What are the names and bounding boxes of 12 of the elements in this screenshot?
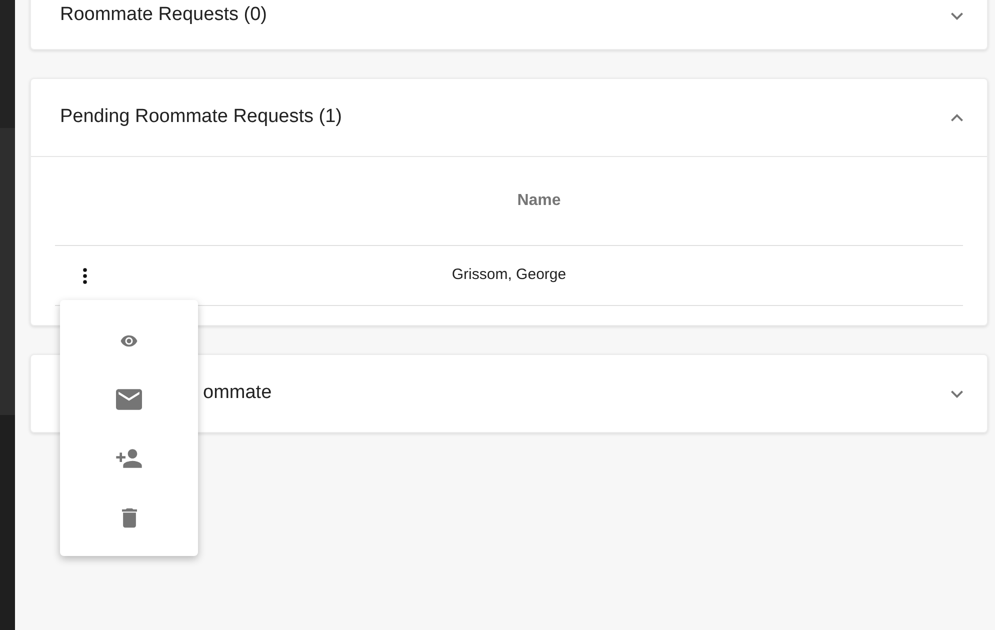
more-options-icon[interactable] — [83, 268, 87, 284]
section-title[interactable]: ommate — [203, 379, 272, 408]
chevron-down-icon[interactable] — [951, 390, 963, 398]
chevron-up-icon[interactable] — [951, 114, 963, 122]
section-title[interactable]: Pending Roommate Requests (1) — [60, 103, 342, 132]
trash-icon — [122, 508, 136, 528]
section-title[interactable]: Roommate Requests (0) — [60, 1, 267, 30]
add-person-icon — [115, 449, 143, 468]
table-cell-text: Grissom, George — [452, 265, 566, 286]
envelope-icon — [116, 389, 142, 410]
column-header: Name — [517, 191, 561, 211]
chevron-down-icon[interactable] — [951, 12, 963, 20]
